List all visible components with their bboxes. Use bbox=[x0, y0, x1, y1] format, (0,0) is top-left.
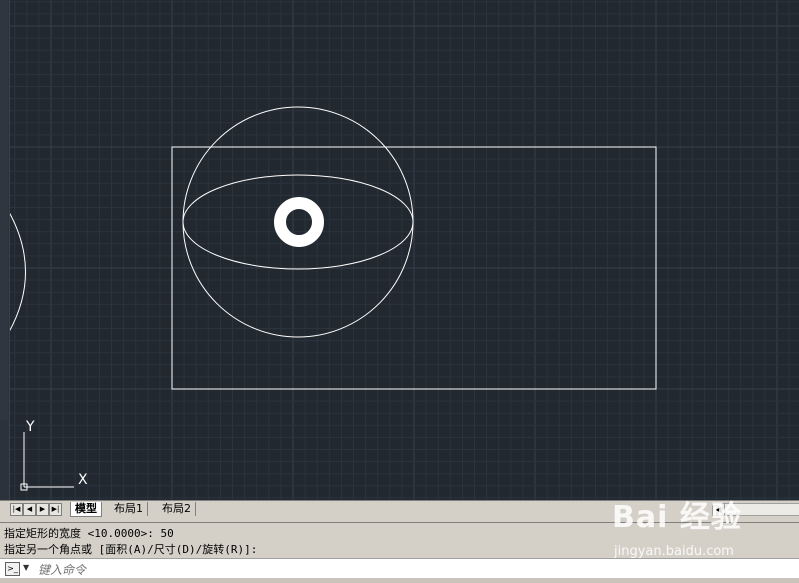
command-history: 指定矩形的宽度 <10.0000>: 50 指定另一个角点或 [面积(A)/尺寸… bbox=[0, 522, 799, 559]
donut[interactable] bbox=[274, 197, 324, 247]
ucs-y-label: Y bbox=[25, 419, 35, 435]
circle[interactable] bbox=[182, 106, 414, 338]
chevron-down-icon[interactable]: ▼ bbox=[23, 563, 29, 572]
drawing-canvas[interactable]: Y X bbox=[0, 0, 799, 500]
ucs-x-label: X bbox=[78, 472, 88, 488]
last-tab-icon[interactable]: ▶| bbox=[49, 503, 62, 516]
ucs-icon: Y X bbox=[20, 419, 88, 491]
layout-tab-bar: |◀ ◀ ▶ ▶| 模型 布局1 布局2 ◀ bbox=[0, 500, 799, 518]
tab-model[interactable]: 模型 bbox=[70, 502, 102, 517]
tab-layout2[interactable]: 布局2 bbox=[158, 502, 196, 516]
command-prompt-icon[interactable]: >_ bbox=[5, 562, 20, 576]
scrollbar-track[interactable] bbox=[0, 0, 8, 420]
left-scrollbar[interactable] bbox=[0, 0, 10, 500]
command-history-line: 指定矩形的宽度 <10.0000>: 50 bbox=[4, 527, 174, 540]
partial-arc[interactable] bbox=[8, 211, 26, 333]
prev-tab-icon[interactable]: ◀ bbox=[23, 503, 36, 516]
scroll-left-icon[interactable]: ◀ bbox=[713, 504, 725, 515]
drawing-viewport[interactable]: Y X bbox=[0, 0, 799, 500]
command-history-line: 指定另一个角点或 [面积(A)/尺寸(D)/旋转(R)]: bbox=[4, 543, 258, 556]
next-tab-icon[interactable]: ▶ bbox=[36, 503, 49, 516]
ellipse[interactable] bbox=[182, 174, 414, 270]
grid bbox=[0, 0, 799, 500]
horizontal-scrollbar[interactable]: ◀ bbox=[712, 503, 799, 516]
tab-layout1[interactable]: 布局1 bbox=[110, 502, 148, 516]
command-line: >_ ▼ bbox=[0, 558, 799, 580]
status-strip bbox=[0, 578, 799, 583]
command-input[interactable] bbox=[36, 560, 640, 579]
first-tab-icon[interactable]: |◀ bbox=[10, 503, 23, 516]
